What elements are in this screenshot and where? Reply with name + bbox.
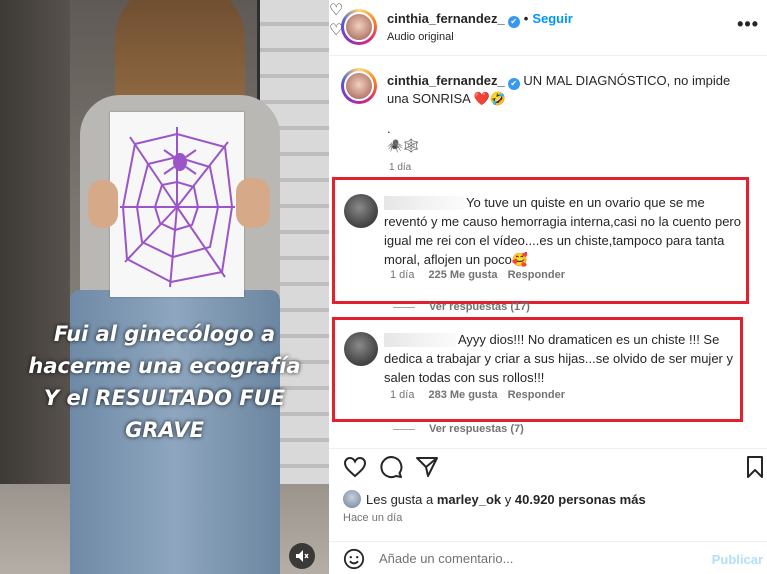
comment-item: Ayyy dios!!! No dramaticen es un chiste … <box>332 317 748 425</box>
video-caption: Fui al ginecólogo a hacerme una ecografí… <box>10 318 319 446</box>
verified-badge-icon: ✔ <box>507 78 520 90</box>
caption-author-avatar[interactable] <box>341 68 377 104</box>
spider-web-drawing <box>110 112 244 297</box>
comment-age: 1 día <box>390 269 415 281</box>
comment-icon[interactable] <box>379 455 403 479</box>
caption-dot-line: . <box>387 121 391 136</box>
commenter-avatar[interactable] <box>344 332 378 366</box>
more-options-icon[interactable]: ••• <box>737 14 759 35</box>
reply-button[interactable]: Responder <box>508 389 565 401</box>
caption-age: 1 día <box>389 162 412 173</box>
person-right-hand <box>236 178 270 228</box>
emoji-smiley-icon[interactable] <box>343 548 365 570</box>
post-details-panel: cinthia_fernandez_ ✔ • Seguir Audio origina… <box>329 0 767 574</box>
video-caption-line: Y el RESULTADO FUE <box>43 386 286 410</box>
follow-button[interactable]: Seguir <box>532 11 572 26</box>
comment-input[interactable] <box>379 551 689 566</box>
reply-button[interactable]: Responder <box>508 269 565 281</box>
comment-likes[interactable]: 225 Me gusta <box>428 269 497 281</box>
video-caption-line: Fui al ginecólogo a <box>53 322 276 346</box>
commenter-avatar[interactable] <box>344 194 378 228</box>
likes-middle: y <box>501 492 515 507</box>
comment-meta: 1 día 283 Me gusta Responder <box>390 389 565 401</box>
post-time-ago: Hace un día <box>343 512 403 524</box>
comment-meta: 1 día 225 Me gusta Responder <box>390 269 565 281</box>
heart-icon[interactable] <box>343 455 367 479</box>
speaker-muted-icon <box>296 550 309 562</box>
view-replies-label[interactable]: Ver respuestas (17) <box>429 301 530 313</box>
view-replies-label[interactable]: Ver respuestas (7) <box>429 423 524 435</box>
caption-emoji-line: 🕷️🕸️ <box>387 138 420 153</box>
add-comment-bar: Publicar <box>329 541 767 574</box>
caption-text-block: cinthia_fernandez_ ✔ UN MAL DIAGNÓSTICO, … <box>387 72 747 108</box>
comment-age: 1 día <box>390 389 415 401</box>
publish-button[interactable]: Publicar <box>712 552 763 567</box>
video-caption-line: GRAVE <box>125 418 204 442</box>
liker-username[interactable]: marley_ok <box>437 492 501 507</box>
author-line: cinthia_fernandez_ ✔ • Seguir <box>387 11 573 28</box>
comment-item: Yo tuve un quiste en un ovario que se me… <box>332 177 749 307</box>
comment-text: Yo tuve un quiste en un ovario que se me… <box>384 195 741 267</box>
likes-summary: Les gusta a marley_ok y 40.920 personas … <box>343 490 646 508</box>
post-header: cinthia_fernandez_ ✔ • Seguir Audio origina… <box>329 0 767 56</box>
comment-likes[interactable]: 283 Me gusta <box>428 389 497 401</box>
view-replies-button[interactable]: Ver respuestas (17) <box>393 301 530 313</box>
mute-button[interactable] <box>289 543 315 569</box>
author-avatar[interactable] <box>341 9 377 45</box>
spider-web-icon <box>120 127 235 288</box>
share-icon[interactable] <box>415 455 439 479</box>
verified-badge-icon: ✔ <box>507 16 520 28</box>
bookmark-icon[interactable] <box>743 455 767 479</box>
audio-link[interactable]: Audio original <box>387 31 454 43</box>
view-replies-button[interactable]: Ver respuestas (7) <box>393 423 524 435</box>
caption-username[interactable]: cinthia_fernandez_ <box>387 73 505 88</box>
liker-avatar <box>343 490 361 508</box>
author-username[interactable]: cinthia_fernandez_ <box>387 11 505 26</box>
separator-dot: • <box>523 11 529 26</box>
replies-line <box>393 306 415 308</box>
comment-text: Ayyy dios!!! No dramaticen es un chiste … <box>384 332 733 385</box>
replies-line <box>393 428 415 430</box>
person-left-hand <box>88 180 118 228</box>
likes-count[interactable]: 40.920 personas más <box>515 492 646 507</box>
likes-prefix: Les gusta a <box>366 492 437 507</box>
reel-video[interactable]: Fui al ginecólogo a hacerme una ecografí… <box>0 0 329 574</box>
post-action-bar <box>329 448 767 484</box>
video-caption-line: hacerme una ecografía <box>28 354 301 378</box>
